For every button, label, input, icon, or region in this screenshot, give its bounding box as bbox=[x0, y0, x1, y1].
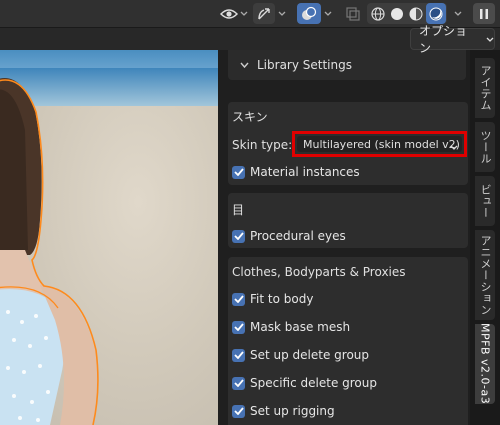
skin-type-highlight: Multilayered (skin model v2) bbox=[292, 131, 467, 157]
checkbox-checked-icon[interactable] bbox=[232, 376, 245, 390]
material-instances-checkbox-row[interactable]: Material instances bbox=[232, 162, 360, 182]
sidebar-tabs: アイテム ツール ビュー アニメーション MPFB v2.0-a3 bbox=[470, 50, 500, 425]
chevron-down-icon[interactable] bbox=[322, 3, 334, 24]
procedural-eyes-label: Procedural eyes bbox=[250, 229, 346, 243]
chevron-down-icon bbox=[486, 32, 494, 46]
setup-rigging-checkbox-row[interactable]: Set up rigging bbox=[232, 401, 335, 421]
3d-viewport[interactable] bbox=[0, 50, 230, 425]
material-instances-label: Material instances bbox=[250, 165, 360, 179]
chevron-down-icon bbox=[240, 58, 249, 72]
gizmo-icon[interactable] bbox=[253, 3, 275, 24]
skin-section-title: スキン bbox=[232, 110, 268, 124]
checkbox-checked-icon[interactable] bbox=[232, 404, 245, 418]
tab-view[interactable]: ビュー bbox=[475, 176, 495, 226]
tab-tool[interactable]: ツール bbox=[475, 122, 495, 172]
library-settings-label: Library Settings bbox=[257, 58, 352, 72]
procedural-eyes-checkbox-row[interactable]: Procedural eyes bbox=[232, 226, 346, 246]
tab-view-label: ビュー bbox=[479, 183, 492, 219]
clothes-section-title: Clothes, Bodyparts & Proxies bbox=[232, 265, 406, 279]
fit-to-body-label: Fit to body bbox=[250, 292, 314, 306]
tab-item[interactable]: アイテム bbox=[475, 58, 495, 118]
eyes-section: 目 Procedural eyes bbox=[228, 193, 468, 248]
checkbox-checked-icon[interactable] bbox=[232, 348, 245, 362]
wireframe-icon[interactable] bbox=[369, 3, 387, 24]
tab-tool-label: ツール bbox=[479, 129, 492, 165]
specific-delete-group-checkbox-row[interactable]: Specific delete group bbox=[232, 373, 377, 393]
setup-delete-group-label: Set up delete group bbox=[250, 348, 370, 362]
pause-icon[interactable] bbox=[473, 3, 495, 24]
overlay-icon[interactable] bbox=[297, 3, 321, 24]
skin-type-value: Multilayered (skin model v2) bbox=[303, 137, 460, 151]
tab-animation[interactable]: アニメーション bbox=[475, 230, 495, 320]
chevron-down-icon bbox=[450, 141, 458, 154]
fit-to-body-checkbox-row[interactable]: Fit to body bbox=[232, 289, 313, 309]
sidebar-panel: Library Settings スキン Skin type: Multilay… bbox=[218, 50, 470, 425]
tab-mpfb[interactable]: MPFB v2.0-a3 bbox=[475, 323, 495, 405]
checkbox-checked-icon[interactable] bbox=[232, 165, 245, 179]
shading-mode-group bbox=[367, 3, 447, 24]
chevron-down-icon[interactable] bbox=[276, 3, 288, 24]
options-label: オプション bbox=[419, 24, 468, 55]
eyes-section-title: 目 bbox=[232, 203, 245, 217]
chevron-down-icon[interactable] bbox=[452, 3, 464, 24]
mask-base-mesh-checkbox-row[interactable]: Mask base mesh bbox=[232, 317, 350, 337]
material-preview-icon[interactable] bbox=[407, 3, 425, 24]
skin-type-label: Skin type: bbox=[232, 138, 293, 152]
solid-icon[interactable] bbox=[388, 3, 406, 24]
setup-delete-group-checkbox-row[interactable]: Set up delete group bbox=[232, 345, 369, 365]
setup-rigging-label: Set up rigging bbox=[250, 404, 335, 418]
eye-icon[interactable] bbox=[218, 3, 240, 24]
rendered-icon[interactable] bbox=[426, 3, 446, 24]
tab-animation-label: アニメーション bbox=[479, 234, 492, 316]
tab-item-label: アイテム bbox=[479, 65, 492, 111]
checkbox-checked-icon[interactable] bbox=[232, 229, 245, 243]
skin-section: スキン Skin type: Multilayered (skin model … bbox=[228, 102, 468, 185]
checkbox-checked-icon[interactable] bbox=[232, 292, 245, 306]
chevron-down-icon[interactable] bbox=[238, 3, 250, 24]
character-model bbox=[0, 78, 99, 425]
clothes-section: Clothes, Bodyparts & Proxies Fit to body… bbox=[228, 257, 468, 425]
checkbox-checked-icon[interactable] bbox=[232, 320, 245, 334]
mask-base-mesh-label: Mask base mesh bbox=[250, 320, 351, 334]
options-dropdown[interactable]: オプション bbox=[410, 24, 495, 55]
specific-delete-group-label: Specific delete group bbox=[250, 376, 377, 390]
skin-type-dropdown[interactable]: Multilayered (skin model v2) bbox=[297, 136, 462, 152]
tab-mpfb-label: MPFB v2.0-a3 bbox=[478, 323, 492, 405]
xray-icon[interactable] bbox=[343, 3, 363, 24]
